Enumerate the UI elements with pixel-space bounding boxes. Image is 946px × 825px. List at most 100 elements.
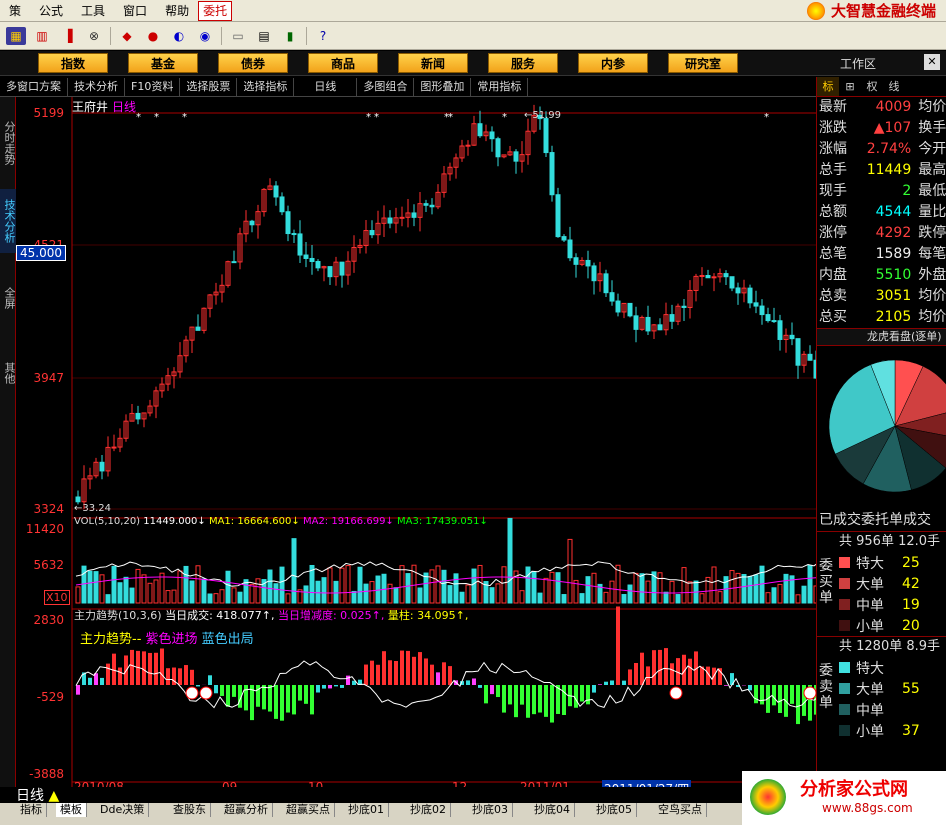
help-cursor-icon[interactable]: ?: [313, 27, 333, 45]
tab-intraday[interactable]: 分时走势: [0, 97, 16, 189]
quote-value: 5510: [875, 267, 912, 283]
nav-bond-button[interactable]: 债券: [218, 53, 288, 73]
indicator-tab[interactable]: 超赢买点: [282, 803, 335, 817]
quote-value: 2105: [875, 309, 912, 325]
ind-label: 主力趋势(10,3,6): [74, 609, 162, 622]
indicator-tab[interactable]: 抄底04: [530, 803, 575, 817]
sub-common-indicator[interactable]: 常用指标: [471, 77, 529, 96]
kline-chart[interactable]: * * * * * * * * *: [16, 97, 816, 787]
nav-fund-button[interactable]: 基金: [128, 53, 198, 73]
candle-body: [99, 461, 105, 472]
window-icon[interactable]: ▤: [254, 27, 274, 45]
indicator-tab[interactable]: 指标: [16, 803, 47, 817]
globe-icon[interactable]: ◐: [169, 27, 189, 45]
nav-service-button[interactable]: 服务: [488, 53, 558, 73]
order-swatch: [839, 620, 850, 631]
nav-index-button[interactable]: 指数: [38, 53, 108, 73]
volume-bar: [603, 591, 609, 604]
brand-icon: [806, 1, 825, 20]
volume-bar: [327, 567, 333, 604]
candle-body: [561, 236, 567, 241]
indicator-tab[interactable]: 抄底02: [406, 803, 451, 817]
menu-help[interactable]: 帮助: [156, 0, 198, 22]
indicator-tab[interactable]: 空鸟买点: [654, 803, 707, 817]
menu-tools[interactable]: 工具: [72, 0, 114, 22]
indicator-tab[interactable]: 查股东: [169, 803, 211, 817]
close-icon[interactable]: ✕: [924, 54, 940, 70]
indicator-tab[interactable]: 模板: [56, 803, 87, 817]
indicator-bar: [334, 685, 338, 687]
menu-window[interactable]: 窗口: [114, 0, 156, 22]
quote-label: 现手: [819, 183, 847, 199]
vol-value: 11449.000↓: [143, 516, 206, 527]
volume-bar: [321, 577, 327, 604]
volume-bar: [627, 584, 633, 604]
sub-multi-chart[interactable]: 多图组合: [357, 77, 415, 96]
quote-extra: 量比: [918, 204, 946, 220]
price-bottom: 3324: [33, 502, 64, 516]
volume-bar: [723, 576, 729, 604]
tab-other[interactable]: 其他: [0, 343, 16, 403]
order-swatch: [839, 578, 850, 589]
indicator-tab[interactable]: Dde决策: [96, 803, 150, 817]
menu-entrust[interactable]: 委托: [198, 0, 233, 21]
right-tabs: 标 ⊞ 权 线: [817, 77, 946, 97]
indicator-bar: [790, 685, 794, 704]
bar-chart-icon[interactable]: ▐: [58, 27, 78, 45]
sub-tech-analysis[interactable]: 技术分析: [68, 77, 125, 96]
nav-research-button[interactable]: 研究室: [668, 53, 738, 73]
tab-fullscreen[interactable]: 全屏: [0, 253, 16, 343]
menu-strategy[interactable]: 策: [0, 0, 30, 22]
chart-icon[interactable]: ▥: [32, 27, 52, 45]
nav-insider-button[interactable]: 内参: [578, 53, 648, 73]
buy-rows: 特大 25 大单 42 中单 19 小单 20: [817, 552, 946, 636]
sub-f10[interactable]: F10资料: [125, 77, 181, 96]
indicator-tab[interactable]: 超赢分析: [220, 803, 273, 817]
sub-daily[interactable]: 日线: [294, 77, 358, 96]
tab-line[interactable]: 线: [883, 77, 905, 96]
dragon-tiger-header[interactable]: 龙虎看盘(逐单): [817, 328, 946, 346]
volume-bar: [93, 571, 99, 604]
sub-overlay[interactable]: 图形叠加: [414, 77, 472, 96]
indicator-bar: [496, 685, 500, 698]
binoculars-icon[interactable]: ⊗: [84, 27, 104, 45]
disk-icon[interactable]: ◉: [195, 27, 215, 45]
pie-icon[interactable]: ●: [143, 27, 163, 45]
sub-select-indicator[interactable]: 选择指标: [237, 77, 295, 96]
nav-news-button[interactable]: 新闻: [398, 53, 468, 73]
stock-title: 王府井 日线: [72, 98, 136, 115]
quote-row: 总卖 3051 均价: [817, 286, 946, 307]
sub-multi-window[interactable]: 多窗口方案: [0, 77, 68, 96]
candle-body: [789, 334, 795, 340]
workarea-label[interactable]: 工作区: [840, 55, 876, 72]
indicator-tab[interactable]: 抄底05: [592, 803, 637, 817]
buy-head: 共 956单 12.0手: [839, 534, 941, 549]
indicator-tab[interactable]: 抄底01: [344, 803, 389, 817]
sell-head: 共 1280单 8.9手: [839, 639, 941, 654]
candle-body: [669, 314, 675, 322]
order-swatch: [839, 683, 850, 694]
quote-value: 4292: [875, 225, 912, 241]
candle-body: [369, 230, 375, 236]
warning-icon[interactable]: ◆: [117, 27, 137, 45]
books-icon[interactable]: ▮: [280, 27, 300, 45]
menu-formula[interactable]: 公式: [30, 0, 72, 22]
keyboard-icon[interactable]: ▦: [6, 26, 26, 45]
quote-value: 4544: [875, 204, 912, 220]
tab-label[interactable]: 标: [817, 77, 839, 96]
candle-body: [249, 220, 255, 226]
sub-select-stock[interactable]: 选择股票: [180, 77, 238, 96]
indicator-bar: [574, 685, 578, 708]
indicator-tab[interactable]: 抄底03: [468, 803, 513, 817]
tab-tech-analysis[interactable]: 技术分析: [0, 189, 16, 253]
volume-bar: [507, 517, 513, 604]
indicator-bar: [544, 685, 548, 717]
ind-y3: -3888: [29, 767, 64, 781]
nav-commodity-button[interactable]: 商品: [308, 53, 378, 73]
candle-body: [681, 305, 687, 308]
print-icon[interactable]: ▭: [228, 27, 248, 45]
watermark-url: www.88gs.com: [822, 801, 913, 815]
tab-rights[interactable]: 权: [861, 77, 883, 96]
quote-panel: 标 ⊞ 权 线 最新 4009 均价 涨跌 ▲107 换手 涨幅 2.74% 今开 总手 11449…: [816, 77, 946, 787]
tab-grid[interactable]: ⊞: [839, 77, 861, 96]
